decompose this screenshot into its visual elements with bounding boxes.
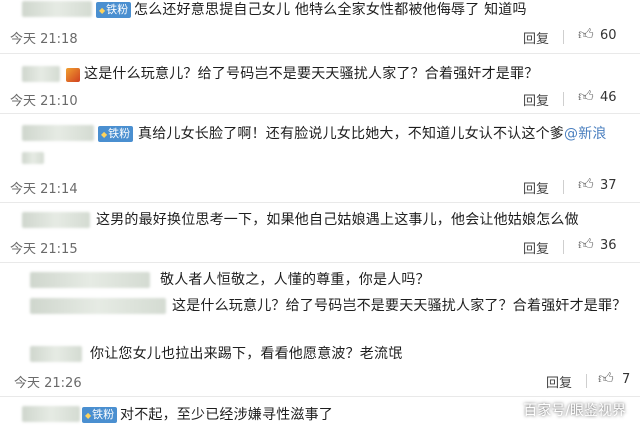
comment-text: 怎么还好意思提自己女儿 他特么全家女性都被他侮辱了 知道吗 <box>134 2 527 18</box>
watermark: 百家号/眼鉴视界 <box>523 403 626 419</box>
comment-body: 真给儿女长脸了啊！还有脸说儿女比她大，不知道儿女认不认这个爹 <box>138 126 564 142</box>
quoted-reply-text: 敬人者人恒敬之，人懂的尊重，你是人吗？ <box>160 272 430 288</box>
separator <box>563 92 564 106</box>
like-count: 37 <box>600 178 617 193</box>
thumbs-up-icon[interactable]: 👍︎ <box>578 25 594 44</box>
username-blurred[interactable] <box>22 1 92 17</box>
comment-text: 对不起，至少已经涉嫌寻性滋事了 <box>120 407 333 423</box>
thumbs-up-icon[interactable]: 👍︎ <box>578 235 594 254</box>
reply-button[interactable]: 回复 <box>523 90 549 109</box>
reply-button[interactable]: 回复 <box>546 372 572 391</box>
divider <box>0 262 640 263</box>
divider <box>0 202 640 203</box>
divider <box>0 396 640 397</box>
fan-badge: 铁粉 <box>98 126 134 142</box>
separator <box>563 240 564 254</box>
username-blurred[interactable] <box>30 272 150 288</box>
mention-link[interactable]: @新浪 <box>564 126 607 142</box>
user-level-icon <box>66 68 80 82</box>
username-blurred[interactable] <box>22 406 80 422</box>
comment-text: 这男的最好换位思考一下，如果他自己姑娘遇上这事儿，他会让他姑娘怎么做 <box>96 212 579 228</box>
comment-text: 你让您女儿也拉出来踢下，看看他愿意波？老流氓 <box>90 346 403 362</box>
comment-time: 今天 21:10 <box>10 94 78 109</box>
separator <box>586 374 587 388</box>
separator <box>563 30 564 44</box>
username-blurred[interactable] <box>22 66 60 82</box>
comment-time: 今天 21:26 <box>14 376 82 391</box>
like-count: 7 <box>622 372 631 387</box>
username-blurred[interactable] <box>22 125 94 141</box>
username-blurred[interactable] <box>30 346 82 362</box>
like-count: 36 <box>600 238 617 253</box>
thumbs-up-icon[interactable]: 👍︎ <box>598 369 614 388</box>
username-blurred[interactable] <box>22 212 90 228</box>
comment-text: 这是什么玩意儿？给了号码岂不是要天天骚扰人家了？合着强奸才是罪？ <box>172 298 627 314</box>
separator <box>563 180 564 194</box>
comment-time: 今天 21:18 <box>10 32 78 47</box>
comment-text: 这是什么玩意儿？给了号码岂不是要天天骚扰人家了？合着强奸才是罪？ <box>84 66 539 82</box>
blurred-text <box>22 152 44 164</box>
comment-time: 今天 21:15 <box>10 242 78 257</box>
comment-text: 真给儿女长脸了啊！还有脸说儿女比她大，不知道儿女认不认这个爹@新浪 <box>138 124 607 144</box>
fan-badge: 铁粉 <box>82 407 118 423</box>
comment-time: 今天 21:14 <box>10 182 78 197</box>
like-count: 60 <box>600 28 617 43</box>
thumbs-up-icon[interactable]: 👍︎ <box>578 87 594 106</box>
divider <box>0 113 640 114</box>
like-count: 46 <box>600 90 617 105</box>
reply-button[interactable]: 回复 <box>523 28 549 47</box>
reply-button[interactable]: 回复 <box>523 238 549 257</box>
fan-badge: 铁粉 <box>96 2 132 18</box>
divider <box>0 53 640 54</box>
thumbs-up-icon[interactable]: 👍︎ <box>578 175 594 194</box>
reply-button[interactable]: 回复 <box>523 178 549 197</box>
